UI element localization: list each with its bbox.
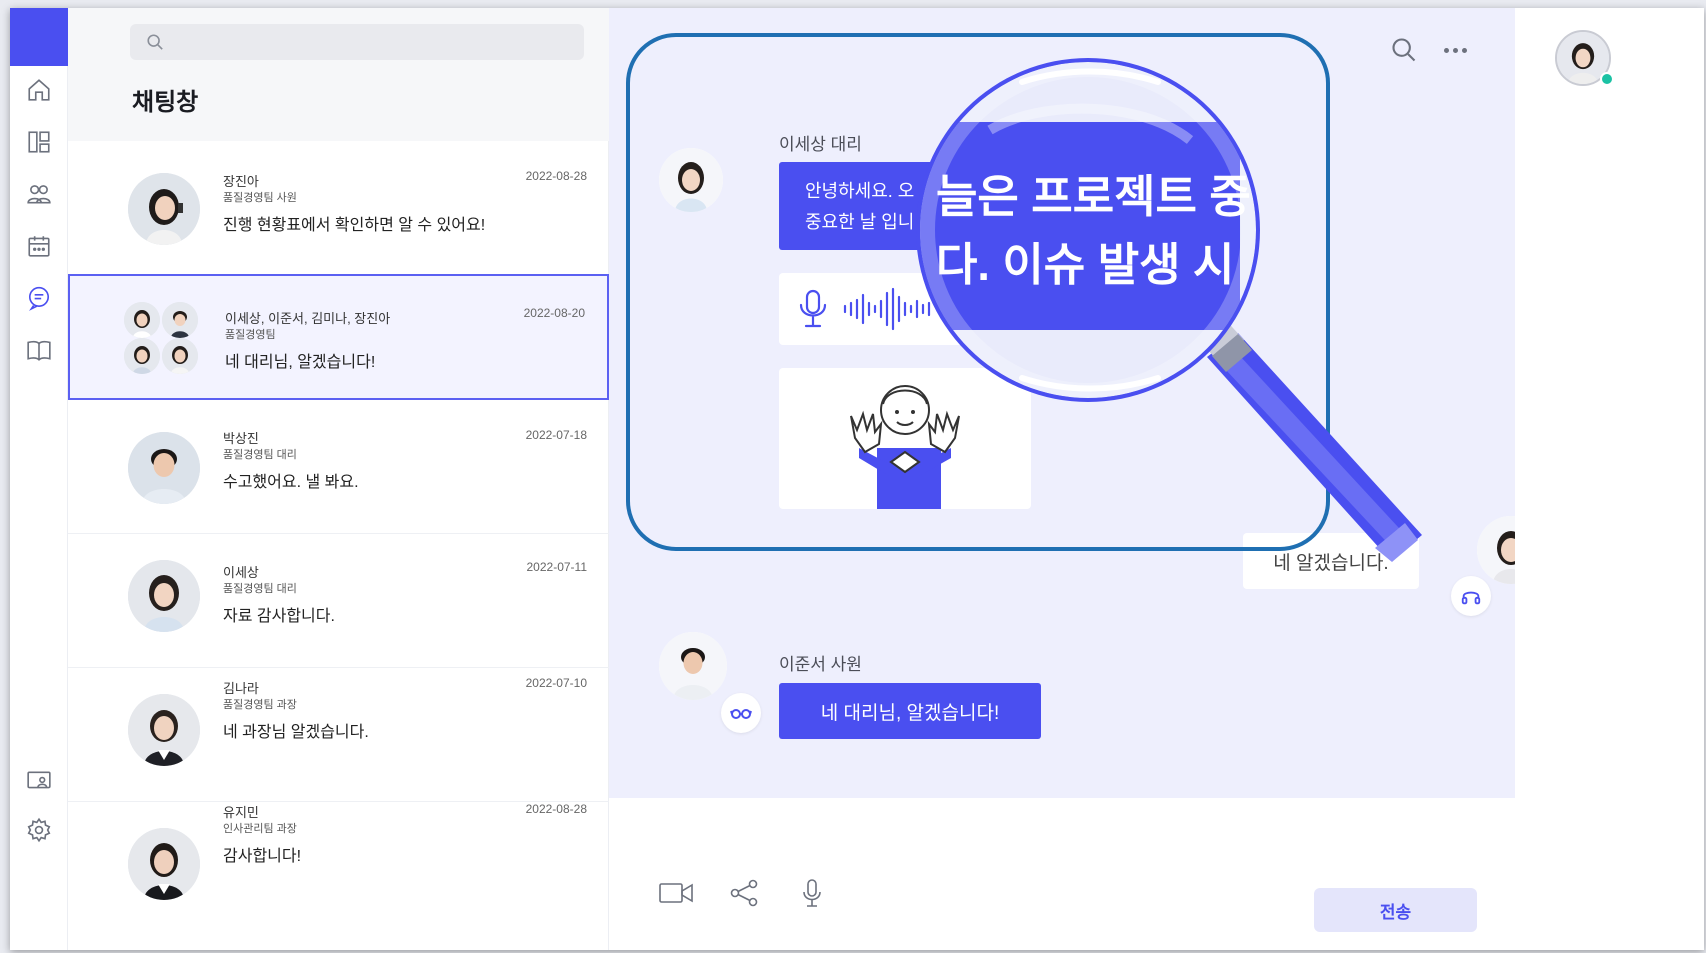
last-message: 진행 현황표에서 확인하면 알 수 있어요! [223, 217, 486, 234]
search-input[interactable] [130, 24, 584, 60]
icon-rail [10, 8, 68, 950]
avatar [659, 632, 727, 700]
calendar-icon[interactable] [23, 230, 55, 262]
last-message: 감사합니다! [223, 848, 302, 865]
chat-list-item[interactable]: 김나라 품질경영팀 과장 네 과장님 알겠습니다. 2022-07-10 [68, 668, 609, 802]
chat-list-item[interactable]: 이세상 품질경영팀 대리 자료 감사합니다. 2022-07-11 [68, 534, 609, 668]
home-icon[interactable] [23, 74, 55, 106]
online-status-dot [1600, 72, 1614, 86]
gear-icon[interactable] [23, 814, 55, 846]
message-date: 2022-08-20 [523, 306, 585, 320]
page-title: 채팅창 [132, 89, 199, 116]
message-date: 2022-07-11 [526, 560, 588, 574]
avatar [128, 694, 200, 766]
avatar [128, 828, 200, 900]
avatar [128, 560, 200, 632]
headphones-icon [1451, 576, 1491, 616]
brand-logo [10, 8, 68, 66]
send-button[interactable]: 전송 [1314, 888, 1477, 932]
chat-list-panel: 채팅창 장진아 품질경영팀 사원 진행 현황표에서 확인하면 알 수 있어요! … [68, 8, 609, 950]
people-icon[interactable] [23, 178, 55, 210]
video-icon[interactable] [659, 878, 693, 908]
contact-dept: 품질경영팀 과장 [223, 699, 297, 711]
composer-toolbar [659, 878, 829, 908]
avatar [128, 432, 200, 504]
chat-list-item[interactable]: 유지민 인사관리팀 과장 감사합니다! 2022-08-28 [68, 802, 609, 936]
message-date: 2022-08-28 [525, 169, 587, 183]
contact-name: 장진아 [223, 174, 259, 189]
microphone-icon[interactable] [795, 878, 829, 908]
highlight-frame [626, 33, 1330, 551]
contact-name: 김나라 [223, 681, 259, 696]
share-icon[interactable] [727, 878, 761, 908]
chat-toolbar-top [1390, 36, 1467, 64]
contact-name: 이세상 [223, 565, 259, 580]
contact-dept: 인사관리팀 과장 [223, 823, 297, 835]
sender-name: 이준서 사원 [779, 655, 862, 674]
message-date: 2022-08-28 [525, 802, 587, 816]
screen-share-icon[interactable] [23, 765, 55, 797]
contact-dept: 품질경영팀 사원 [223, 192, 297, 204]
message-date: 2022-07-18 [525, 428, 587, 442]
chat-list-header: 채팅창 [68, 8, 609, 141]
avatar [128, 173, 200, 245]
book-icon[interactable] [23, 334, 55, 366]
avatar [162, 338, 198, 374]
chat-list-item-selected[interactable]: 이세상, 이준서, 김미나, 장진아 품질경영팀 네 대리님, 알겠습니다! 2… [68, 274, 609, 400]
last-message: 네 과장님 알겠습니다. [223, 724, 369, 741]
chat-icon[interactable] [23, 282, 55, 314]
contact-dept: 품질경영팀 [225, 329, 276, 341]
contact-name: 박상진 [223, 431, 259, 446]
contact-dept: 품질경영팀 대리 [223, 449, 297, 461]
more-icon[interactable] [1444, 47, 1467, 53]
last-message: 자료 감사합니다. [223, 608, 335, 625]
avatar [162, 302, 198, 338]
search-icon [147, 34, 163, 50]
contact-name: 유지민 [223, 805, 259, 820]
dashboard-icon[interactable] [23, 126, 55, 158]
contact-name: 이세상, 이준서, 김미나, 장진아 [225, 311, 391, 326]
last-message: 네 대리님, 알겠습니다! [225, 354, 376, 371]
message-bubble[interactable]: 네 대리님, 알겠습니다! [779, 683, 1041, 739]
message-date: 2022-07-10 [525, 676, 587, 690]
glasses-icon [721, 693, 761, 733]
search-icon[interactable] [1390, 36, 1418, 64]
avatar [124, 302, 160, 338]
chat-list-item[interactable]: 장진아 품질경영팀 사원 진행 현황표에서 확인하면 알 수 있어요! 2022… [68, 141, 609, 275]
chat-list-item[interactable]: 박상진 품질경영팀 대리 수고했어요. 낼 봐요. 2022-07-18 [68, 400, 609, 534]
last-message: 수고했어요. 낼 봐요. [223, 474, 359, 491]
contact-dept: 품질경영팀 대리 [223, 583, 297, 595]
profile-column [1515, 8, 1704, 950]
avatar [124, 338, 160, 374]
